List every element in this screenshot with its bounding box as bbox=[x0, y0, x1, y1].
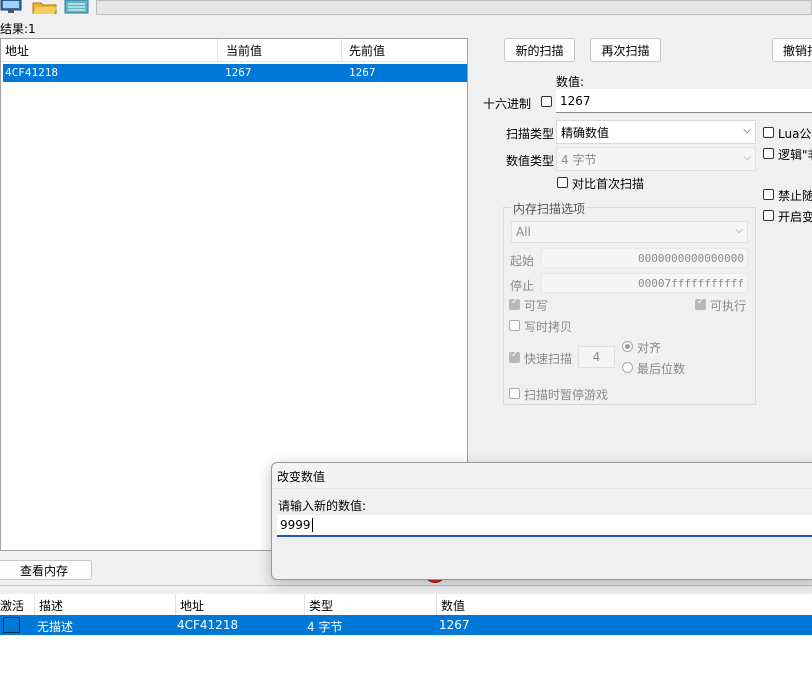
dialog-titlebar[interactable]: 改变数值 bbox=[272, 463, 812, 489]
row-description[interactable]: 无描述 bbox=[37, 618, 73, 635]
process-select-icon[interactable] bbox=[0, 0, 24, 14]
dialog-title: 改变数值 bbox=[277, 470, 326, 484]
last-digits-label: 最后位数 bbox=[637, 362, 686, 376]
no-random-label: 禁止随机 bbox=[778, 189, 812, 203]
value-type-select[interactable]: 4 字节 ⌵ bbox=[556, 147, 756, 171]
start-address-input[interactable]: 0000000000000000 bbox=[541, 248, 748, 268]
scan-type-select[interactable]: 精确数值 ⌵ bbox=[556, 120, 756, 144]
value-input[interactable]: 1267 bbox=[556, 89, 812, 113]
table-row[interactable]: 4CF41218 1267 1267 bbox=[3, 64, 467, 82]
address-list[interactable]: 激活 描述 地址 类型 数值 无描述 4CF41218 4 字节 1267 bbox=[0, 594, 812, 683]
splitter[interactable] bbox=[0, 585, 812, 589]
executable-label: 可执行 bbox=[710, 299, 747, 313]
copy-on-write-label: 写时拷贝 bbox=[524, 320, 573, 334]
address-list-header: 激活 描述 地址 类型 数值 bbox=[0, 594, 812, 616]
column-header-current[interactable]: 当前值 bbox=[220, 39, 342, 61]
scan-type-label: 扫描类型 bbox=[506, 127, 555, 141]
row-previous: 1267 bbox=[349, 66, 376, 79]
stop-address-value: 00007fffffffffff bbox=[638, 276, 744, 290]
column-header-address[interactable]: 地址 bbox=[176, 594, 305, 616]
next-scan-button[interactable]: 再次扫描 bbox=[590, 38, 661, 62]
column-header-previous[interactable]: 先前值 bbox=[344, 39, 467, 61]
hex-label: 十六进制 bbox=[483, 97, 532, 111]
speedhack-label: 开启变速精灵 bbox=[778, 210, 812, 224]
copy-on-write-checkbox[interactable] bbox=[509, 320, 520, 331]
writable-checkbox[interactable] bbox=[509, 297, 520, 310]
no-random-checkbox[interactable] bbox=[763, 189, 774, 200]
chevron-down-icon: ⌵ bbox=[743, 125, 751, 136]
last-digits-radio[interactable] bbox=[622, 362, 633, 373]
value-type-label: 数值类型 bbox=[506, 154, 555, 168]
logic-not-checkbox[interactable] bbox=[763, 148, 774, 159]
text-cursor bbox=[311, 518, 313, 532]
save-table-icon[interactable] bbox=[64, 0, 89, 14]
fast-scan-value: 4 bbox=[592, 350, 601, 364]
column-header-type[interactable]: 类型 bbox=[305, 594, 437, 616]
memory-region-value: All bbox=[516, 225, 531, 239]
pause-game-checkbox[interactable] bbox=[509, 388, 520, 399]
memory-options-title: 内存扫描选项 bbox=[511, 200, 588, 217]
hex-checkbox[interactable] bbox=[541, 96, 552, 107]
view-memory-button[interactable]: 查看内存 bbox=[0, 560, 92, 580]
row-address[interactable]: 4CF41218 bbox=[177, 618, 238, 632]
column-header-address[interactable]: 地址 bbox=[1, 39, 218, 61]
progress-bar bbox=[96, 0, 812, 15]
column-header-description[interactable]: 描述 bbox=[35, 594, 176, 616]
align-label: 对齐 bbox=[637, 341, 662, 355]
executable-checkbox[interactable] bbox=[695, 297, 706, 310]
open-folder-icon[interactable] bbox=[32, 0, 57, 15]
new-value-text: 9999 bbox=[280, 518, 311, 532]
new-value-input[interactable]: 9999 bbox=[277, 515, 812, 537]
dialog-prompt: 请输入新的数值: bbox=[278, 499, 367, 513]
row-current: 1267 bbox=[225, 66, 252, 79]
writable-label: 可写 bbox=[524, 299, 549, 313]
memory-region-select[interactable]: All ⌵ bbox=[511, 221, 748, 243]
value-type-value: 4 字节 bbox=[561, 152, 597, 167]
scan-type-value: 精确数值 bbox=[561, 125, 610, 140]
fast-scan-label: 快速扫描 bbox=[524, 352, 573, 366]
speedhack-checkbox[interactable] bbox=[763, 210, 774, 221]
fast-scan-input[interactable]: 4 bbox=[578, 346, 615, 368]
results-count: 结果:1 bbox=[0, 22, 36, 36]
compare-first-label: 对比首次扫描 bbox=[572, 177, 645, 191]
scan-results-header: 地址 当前值 先前值 bbox=[1, 39, 467, 62]
new-scan-button[interactable]: 新的扫描 bbox=[504, 38, 575, 62]
lua-formula-checkbox[interactable] bbox=[763, 127, 774, 138]
start-address-value: 0000000000000000 bbox=[638, 251, 744, 265]
chevron-down-icon: ⌵ bbox=[735, 225, 743, 236]
compare-first-checkbox[interactable] bbox=[557, 177, 568, 188]
row-type[interactable]: 4 字节 bbox=[307, 618, 342, 635]
table-row[interactable]: 无描述 4CF41218 4 字节 1267 bbox=[0, 615, 812, 635]
stop-address-input[interactable]: 00007fffffffffff bbox=[541, 273, 748, 293]
column-header-active[interactable]: 激活 bbox=[0, 594, 35, 616]
fast-scan-checkbox[interactable] bbox=[509, 350, 520, 363]
chevron-down-icon: ⌵ bbox=[743, 152, 751, 163]
change-value-dialog: 改变数值 请输入新的数值: 9999 bbox=[271, 462, 812, 580]
memory-scan-options-group: 内存扫描选项 All ⌵ 起始 0000000000000000 停止 0000… bbox=[503, 200, 756, 405]
column-header-value[interactable]: 数值 bbox=[437, 594, 812, 616]
lua-formula-label: Lua公式 bbox=[778, 127, 812, 141]
start-label: 起始 bbox=[510, 254, 535, 268]
value-label: 数值: bbox=[556, 75, 585, 89]
toolbar bbox=[0, 0, 812, 18]
stop-label: 停止 bbox=[510, 279, 535, 293]
logic-not-label: 逻辑"非" bbox=[778, 148, 812, 162]
pause-game-label: 扫描时暂停游戏 bbox=[524, 388, 609, 402]
active-checkbox[interactable] bbox=[3, 617, 20, 633]
row-address: 4CF41218 bbox=[5, 66, 58, 79]
undo-scan-button[interactable]: 撤销扫描 bbox=[772, 38, 812, 62]
align-radio[interactable] bbox=[622, 341, 633, 352]
row-value[interactable]: 1267 bbox=[439, 618, 470, 632]
